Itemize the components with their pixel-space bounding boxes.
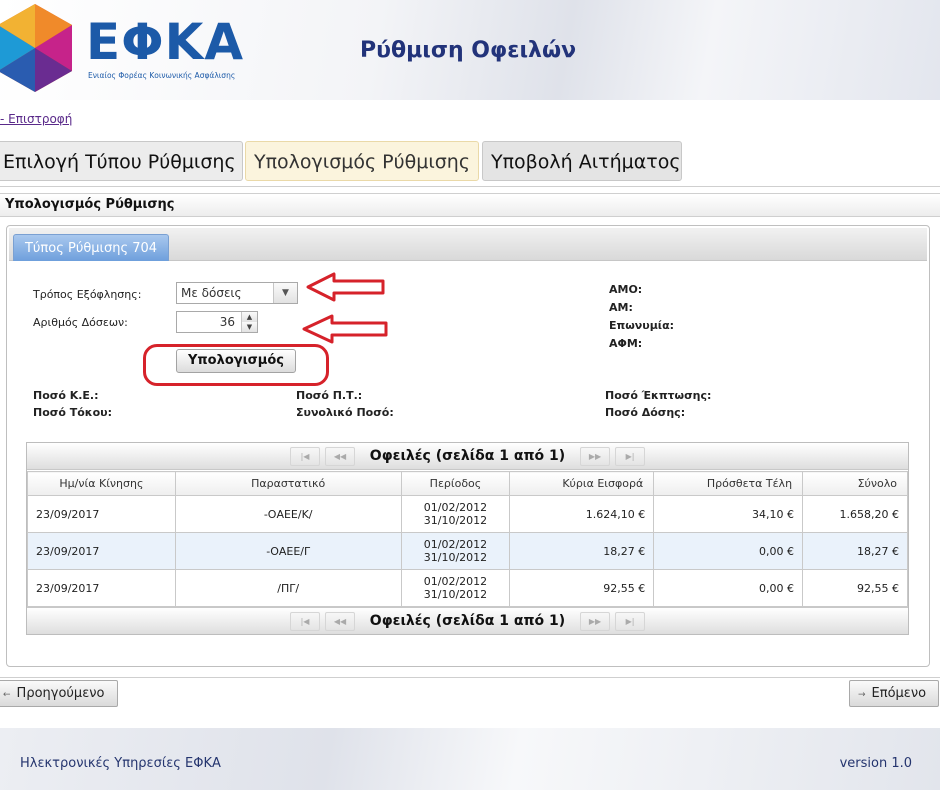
grid-pager-top: |◀ ◀◀ ▶▶ ▶| Οφειλές (σελίδα 1 από 1) xyxy=(27,443,908,470)
period-to: 31/10/2012 xyxy=(423,588,488,601)
period-cell: 01/02/2012 31/10/2012 xyxy=(400,569,511,607)
panel-tab-bar: Τύπος Ρύθμισης 704 xyxy=(9,228,927,261)
period-to: 31/10/2012 xyxy=(423,551,488,564)
name-label: Επωνυμία: xyxy=(609,319,675,332)
payment-method-select[interactable]: Με δόσεις ▼ xyxy=(176,282,298,304)
extra-fees-cell: 0,00 € xyxy=(653,569,804,607)
total-cell: 92,55 € xyxy=(802,569,908,607)
next-button[interactable]: → Επόμενο xyxy=(849,680,939,707)
table-row[interactable]: 23/09/2017 -ΟΑΕΕ/Κ/ 01/02/2012 31/10/201… xyxy=(27,495,908,533)
efka-logo-icon xyxy=(0,4,72,92)
page-header: ΕΦΚΑ Ενιαίος Φορέας Κοινωνικής Ασφάλισης… xyxy=(0,0,940,100)
extra-fees-cell: 34,10 € xyxy=(653,495,804,533)
document-cell: -ΟΑΕΕ/Γ xyxy=(174,532,402,570)
amo-label: ΑΜΟ: xyxy=(609,283,643,296)
extra-fees-cell: 0,00 € xyxy=(653,532,804,570)
installment-amount-label: Ποσό Δόσης: xyxy=(605,406,686,419)
grid-pager-bottom: |◀ ◀◀ ▶▶ ▶| Οφειλές (σελίδα 1 από 1) xyxy=(27,607,908,634)
main-contribution-cell: 1.624,10 € xyxy=(509,495,655,533)
total-cell: 18,27 € xyxy=(802,532,908,570)
pager-title: Οφειλές (σελίδα 1 από 1) xyxy=(369,613,566,629)
annotation-arrow-icon xyxy=(306,272,385,302)
payment-method-label: Τρόπος Εξόφλησης: xyxy=(33,288,142,301)
debts-table: Ημ/νία Κίνησης Παραστατικό Περίοδος Κύρι… xyxy=(27,471,908,607)
date-cell: 23/09/2017 xyxy=(27,495,176,533)
amount-interest-label: Ποσό Τόκου: xyxy=(33,406,112,419)
am-label: ΑΜ: xyxy=(609,301,633,314)
annotation-arrow-icon xyxy=(302,314,388,344)
period-from: 01/02/2012 xyxy=(423,501,488,514)
column-header[interactable]: Παραστατικό xyxy=(174,471,402,496)
period-cell: 01/02/2012 31/10/2012 xyxy=(400,532,511,570)
main-contribution-cell: 92,55 € xyxy=(509,569,655,607)
period-cell: 01/02/2012 31/10/2012 xyxy=(400,495,511,533)
arrow-right-icon: → xyxy=(858,690,866,700)
page-title: Ρύθμιση Οφειλών xyxy=(360,38,577,63)
table-row[interactable]: 23/09/2017 /ΠΓ/ 01/02/2012 31/10/2012 92… xyxy=(27,569,908,607)
date-cell: 23/09/2017 xyxy=(27,569,176,607)
period-from: 01/02/2012 xyxy=(423,575,488,588)
amount-pt-label: Ποσό Π.Τ.: xyxy=(296,389,363,402)
wizard-tab-submit[interactable]: Υποβολή Αιτήματος xyxy=(482,141,682,181)
back-link[interactable]: - Επιστροφή xyxy=(0,112,72,126)
wizard-tab-select-type[interactable]: Επιλογή Τύπου Ρύθμισης xyxy=(0,141,243,181)
installments-value[interactable]: 36 xyxy=(220,312,235,332)
installments-stepper[interactable]: 36 ▲ ▼ xyxy=(176,311,258,333)
column-header[interactable]: Ημ/νία Κίνησης xyxy=(27,471,176,496)
debts-grid: |◀ ◀◀ ▶▶ ▶| Οφειλές (σελίδα 1 από 1) Ημ/… xyxy=(26,442,909,635)
total-cell: 1.658,20 € xyxy=(802,495,908,533)
divider xyxy=(0,677,940,678)
arrow-left-icon: ← xyxy=(3,690,11,700)
chevron-down-icon[interactable]: ▼ xyxy=(273,283,297,303)
column-header[interactable]: Κύρια Εισφορά xyxy=(509,471,655,496)
section-title: Υπολογισμός Ρύθμισης xyxy=(0,193,940,217)
spin-down-icon[interactable]: ▼ xyxy=(241,322,257,332)
column-header[interactable]: Πρόσθετα Τέλη xyxy=(653,471,804,496)
afm-label: ΑΦΜ: xyxy=(609,337,643,350)
tab-settlement-type[interactable]: Τύπος Ρύθμισης 704 xyxy=(13,234,169,261)
calculate-button[interactable]: Υπολογισμός xyxy=(176,349,296,373)
footer-text: Ηλεκτρονικές Υπηρεσίες ΕΦΚΑ xyxy=(20,756,221,771)
payment-method-value: Με δόσεις xyxy=(181,286,242,300)
discount-amount-label: Ποσό Έκπτωσης: xyxy=(605,389,712,402)
main-contribution-cell: 18,27 € xyxy=(509,532,655,570)
amount-ke-label: Ποσό Κ.Ε.: xyxy=(33,389,99,402)
logo-wordmark: ΕΦΚΑ xyxy=(86,13,245,71)
installments-label: Αριθμός Δόσεων: xyxy=(33,316,128,329)
column-header[interactable]: Σύνολο xyxy=(802,471,908,496)
period-from: 01/02/2012 xyxy=(423,538,488,551)
document-cell: -ΟΑΕΕ/Κ/ xyxy=(174,495,402,533)
total-amount-label: Συνολικό Ποσό: xyxy=(296,406,394,419)
wizard-tab-calculation[interactable]: Υπολογισμός Ρύθμισης xyxy=(245,141,479,181)
pager-title: Οφειλές (σελίδα 1 από 1) xyxy=(369,448,566,464)
next-button-label: Επόμενο xyxy=(871,686,927,701)
table-row[interactable]: 23/09/2017 -ΟΑΕΕ/Γ 01/02/2012 31/10/2012… xyxy=(27,532,908,570)
date-cell: 23/09/2017 xyxy=(27,532,176,570)
previous-button-label: Προηγούμενο xyxy=(16,686,105,701)
column-header[interactable]: Περίοδος xyxy=(400,471,511,496)
logo-subtitle: Ενιαίος Φορέας Κοινωνικής Ασφάλισης xyxy=(88,71,236,80)
page-footer: Ηλεκτρονικές Υπηρεσίες ΕΦΚΑ version 1.0 xyxy=(0,728,940,790)
spin-up-icon[interactable]: ▲ xyxy=(241,312,257,322)
previous-button[interactable]: ← Προηγούμενο xyxy=(0,680,118,707)
version-label: version 1.0 xyxy=(839,756,912,771)
period-to: 31/10/2012 xyxy=(423,514,488,527)
divider xyxy=(0,186,940,187)
document-cell: /ΠΓ/ xyxy=(174,569,402,607)
